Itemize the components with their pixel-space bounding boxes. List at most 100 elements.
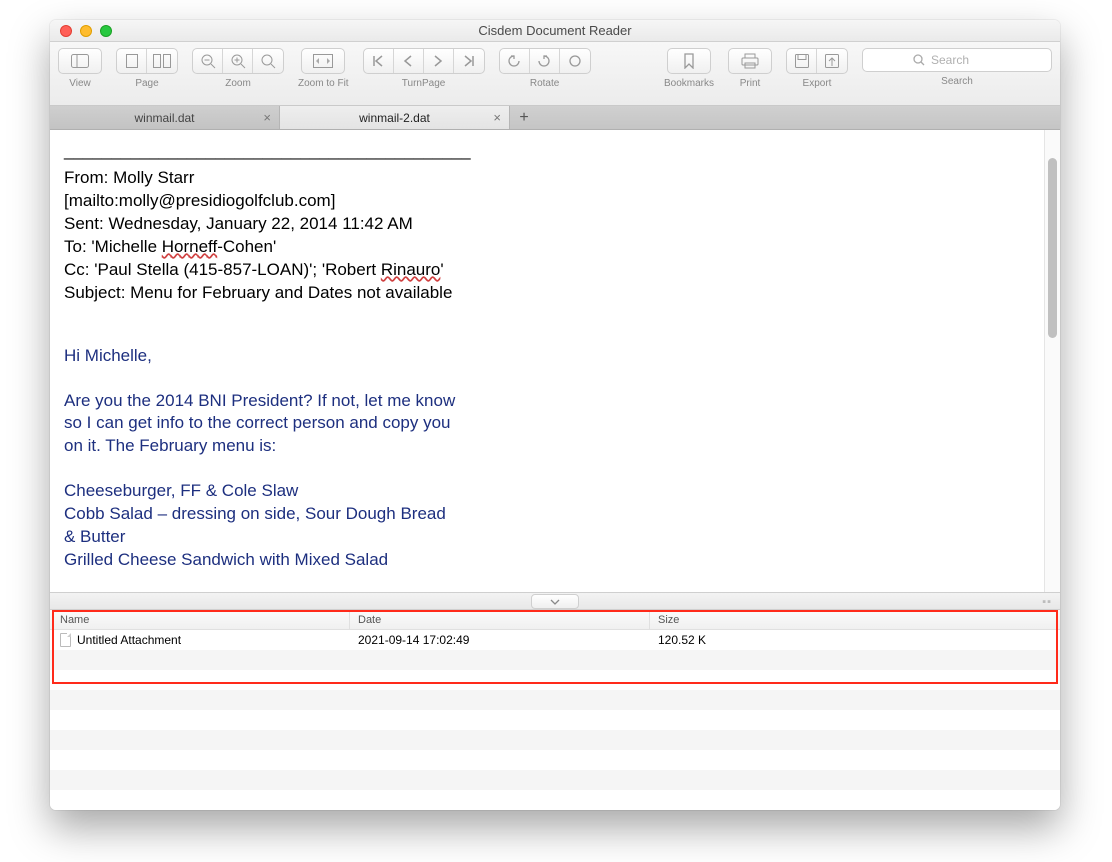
email-menu-item: Cobb Salad – dressing on side, Sour Doug… bbox=[64, 503, 1028, 526]
email-divider: ________________________________________… bbox=[64, 140, 1028, 163]
tab-label: winmail-2.dat bbox=[359, 111, 430, 125]
toolbar-group-export: Export bbox=[786, 48, 848, 89]
page-single-icon bbox=[126, 54, 138, 68]
email-body-line: on it. The February menu is: bbox=[64, 435, 1028, 458]
attachments-rows: Untitled Attachment 2021-09-14 17:02:49 … bbox=[50, 630, 1060, 810]
toolbar-label-rotate: Rotate bbox=[530, 78, 559, 89]
rotate-right-icon bbox=[536, 53, 552, 69]
zoom-out-button[interactable] bbox=[193, 49, 223, 73]
toolbar-label-zoom: Zoom bbox=[225, 78, 251, 89]
email-cc: Cc: 'Paul Stella (415-857-LOAN)'; 'Rober… bbox=[64, 259, 1028, 282]
email-from: From: Molly Starr bbox=[64, 167, 1028, 190]
minimize-window-button[interactable] bbox=[80, 25, 92, 37]
rotate-180-icon bbox=[567, 53, 583, 69]
bookmarks-button[interactable] bbox=[668, 49, 710, 73]
attachment-row[interactable]: Untitled Attachment 2021-09-14 17:02:49 … bbox=[50, 630, 1060, 650]
toolbar-group-print: Print bbox=[728, 48, 772, 89]
zoom-in-icon bbox=[230, 53, 246, 69]
empty-row bbox=[50, 690, 1060, 710]
empty-row bbox=[50, 790, 1060, 810]
email-sent: Sent: Wednesday, January 22, 2014 11:42 … bbox=[64, 213, 1028, 236]
prev-page-button[interactable] bbox=[394, 49, 424, 73]
toolbar-label-turnpage: TurnPage bbox=[402, 78, 446, 89]
zoom-out-icon bbox=[200, 53, 216, 69]
titlebar: Cisdem Document Reader bbox=[50, 20, 1060, 42]
prev-page-icon bbox=[402, 54, 414, 68]
close-tab-icon[interactable]: × bbox=[263, 111, 271, 124]
toolbar-group-zoomtofit: Zoom to Fit bbox=[298, 48, 349, 89]
tab-winmail-2[interactable]: winmail-2.dat × bbox=[280, 106, 510, 129]
email-menu-item: Cheeseburger, FF & Cole Slaw bbox=[64, 480, 1028, 503]
tab-bar: winmail.dat × winmail-2.dat × + bbox=[50, 106, 1060, 130]
fullscreen-window-button[interactable] bbox=[100, 25, 112, 37]
zoom-to-fit-icon bbox=[313, 54, 333, 68]
rotate-left-icon bbox=[506, 53, 522, 69]
attachment-size: 120.52 K bbox=[650, 633, 1060, 647]
empty-row bbox=[50, 710, 1060, 730]
empty-row bbox=[50, 650, 1060, 670]
attachments-header: Name Date Size bbox=[50, 610, 1060, 630]
file-icon bbox=[60, 633, 71, 647]
toolbar-label-view: View bbox=[69, 78, 91, 89]
save-icon bbox=[794, 53, 810, 69]
window-title: Cisdem Document Reader bbox=[50, 23, 1060, 38]
search-input[interactable] bbox=[931, 53, 1001, 67]
close-window-button[interactable] bbox=[60, 25, 72, 37]
bookmark-icon bbox=[682, 53, 696, 69]
first-page-icon bbox=[371, 54, 385, 68]
zoom-to-fit-button[interactable] bbox=[302, 49, 344, 73]
export-save-button[interactable] bbox=[787, 49, 817, 73]
toolbar-label-search: Search bbox=[941, 76, 973, 87]
email-greeting: Hi Michelle, bbox=[64, 345, 1028, 368]
toolbar-group-bookmarks: Bookmarks bbox=[664, 48, 714, 89]
toolbar-label-bookmarks: Bookmarks bbox=[664, 78, 714, 89]
empty-row bbox=[50, 670, 1060, 690]
document-content[interactable]: ________________________________________… bbox=[50, 130, 1044, 592]
toolbar-group-search: Search bbox=[862, 48, 1052, 87]
email-body-line: Are you the 2014 BNI President? If not, … bbox=[64, 390, 1028, 413]
column-header-date[interactable]: Date bbox=[350, 610, 650, 629]
column-header-size[interactable]: Size bbox=[650, 610, 1060, 629]
tab-winmail[interactable]: winmail.dat × bbox=[50, 106, 280, 129]
attachment-date: 2021-09-14 17:02:49 bbox=[350, 633, 650, 647]
toolbar-group-page: Page bbox=[116, 48, 178, 89]
scroll-thumb[interactable] bbox=[1048, 158, 1057, 338]
toolbar-label-zoomtofit: Zoom to Fit bbox=[298, 78, 349, 89]
print-button[interactable] bbox=[729, 49, 771, 73]
email-menu-item: & Butter bbox=[64, 526, 1028, 549]
toolbar-label-print: Print bbox=[740, 78, 761, 89]
empty-row bbox=[50, 730, 1060, 750]
first-page-button[interactable] bbox=[364, 49, 394, 73]
search-field[interactable] bbox=[862, 48, 1052, 72]
empty-row bbox=[50, 750, 1060, 770]
toolbar: View Page bbox=[50, 42, 1060, 106]
sidebar-toggle-button[interactable] bbox=[59, 49, 101, 73]
rotate-right-button[interactable] bbox=[530, 49, 560, 73]
column-header-name[interactable]: Name bbox=[50, 610, 350, 629]
export-share-button[interactable] bbox=[817, 49, 847, 73]
page-double-button[interactable] bbox=[147, 49, 177, 73]
zoom-actual-button[interactable] bbox=[253, 49, 283, 73]
toolbar-group-view: View bbox=[58, 48, 102, 89]
attachments-panel: Name Date Size Untitled Attachment 2021-… bbox=[50, 610, 1060, 810]
splitter-handle[interactable] bbox=[531, 594, 579, 609]
window-controls bbox=[50, 25, 112, 37]
page-single-button[interactable] bbox=[117, 49, 147, 73]
toolbar-group-zoom: Zoom bbox=[192, 48, 284, 89]
next-page-button[interactable] bbox=[424, 49, 454, 73]
zoom-in-button[interactable] bbox=[223, 49, 253, 73]
last-page-icon bbox=[462, 54, 476, 68]
close-tab-icon[interactable]: × bbox=[493, 111, 501, 124]
last-page-button[interactable] bbox=[454, 49, 484, 73]
zoom-actual-icon bbox=[260, 53, 276, 69]
rotate-left-button[interactable] bbox=[500, 49, 530, 73]
toolbar-label-export: Export bbox=[803, 78, 832, 89]
sidebar-icon bbox=[71, 54, 89, 68]
email-subject: Subject: Menu for February and Dates not… bbox=[64, 282, 1028, 305]
rotate-180-button[interactable] bbox=[560, 49, 590, 73]
chevron-down-icon bbox=[550, 599, 560, 605]
add-tab-button[interactable]: + bbox=[510, 106, 538, 129]
vertical-scrollbar[interactable] bbox=[1044, 130, 1060, 592]
email-body-line: so I can get info to the correct person … bbox=[64, 412, 1028, 435]
pane-splitter[interactable]: ▪▪▪▪ bbox=[50, 592, 1060, 610]
